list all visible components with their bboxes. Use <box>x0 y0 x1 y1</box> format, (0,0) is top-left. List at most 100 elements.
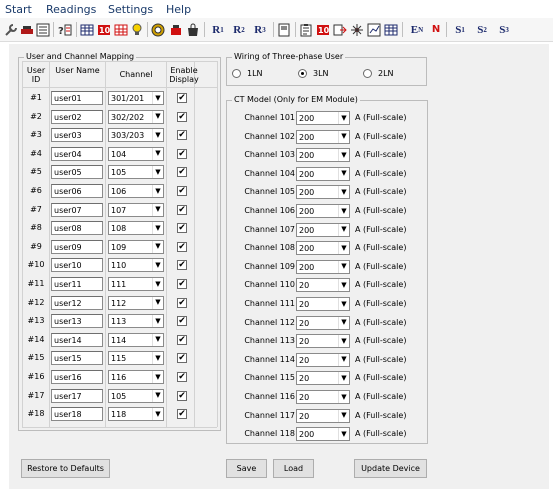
ct-value-select[interactable]: 20 ▼ <box>296 408 350 423</box>
user-name-input[interactable]: user10 <box>51 258 103 273</box>
chevron-down-icon[interactable]: ▼ <box>338 298 349 310</box>
table-icon[interactable] <box>80 21 94 38</box>
chevron-down-icon[interactable]: ▼ <box>152 278 163 290</box>
user-name-input[interactable]: user15 <box>51 351 103 366</box>
network-icon[interactable] <box>350 21 364 38</box>
chevron-down-icon[interactable]: ▼ <box>338 167 349 180</box>
ct-value-select[interactable]: 200 ▼ <box>296 129 350 144</box>
chevron-down-icon[interactable]: ▼ <box>152 389 163 402</box>
ct-value-select[interactable]: 20 ▼ <box>296 334 350 349</box>
user-name-input[interactable]: user12 <box>51 295 103 310</box>
chevron-down-icon[interactable]: ▼ <box>152 408 163 421</box>
cable-icon[interactable] <box>20 21 34 38</box>
chevron-down-icon[interactable]: ▼ <box>338 409 349 422</box>
enable-display-checkbox[interactable]: ✔ <box>177 260 187 271</box>
ten-doc-icon[interactable]: 10 <box>316 21 330 38</box>
chevron-down-icon[interactable]: ▼ <box>338 223 349 236</box>
ct-value-select[interactable]: 200 ▼ <box>296 427 350 442</box>
chevron-down-icon[interactable]: ▼ <box>338 428 349 441</box>
ten-icon[interactable]: 10 <box>97 21 111 38</box>
ct-value-select[interactable]: 200 ▼ <box>296 166 350 181</box>
bulb-icon[interactable] <box>131 21 143 38</box>
channel-select[interactable]: 111 ▼ <box>108 277 164 291</box>
menu-start[interactable]: Start <box>5 3 32 16</box>
menu-readings[interactable]: Readings <box>46 3 96 16</box>
pot-icon[interactable] <box>169 21 183 38</box>
channel-select[interactable]: 118 ▼ <box>108 407 164 422</box>
user-name-input[interactable]: user13 <box>51 314 103 329</box>
chevron-down-icon[interactable]: ▼ <box>152 240 163 253</box>
chevron-down-icon[interactable]: ▼ <box>152 166 163 179</box>
enable-display-checkbox[interactable]: ✔ <box>177 186 187 196</box>
ct-value-select[interactable]: 200 ▼ <box>296 222 350 237</box>
enable-display-checkbox[interactable]: ✔ <box>177 223 187 234</box>
n-button[interactable]: N <box>429 21 443 38</box>
r1-button[interactable]: R1 <box>209 21 227 38</box>
chevron-down-icon[interactable]: ▼ <box>152 333 163 346</box>
enable-display-checkbox[interactable]: ✔ <box>177 297 187 308</box>
ct-value-select[interactable]: 200 ▼ <box>296 204 350 218</box>
chevron-down-icon[interactable]: ▼ <box>152 185 163 197</box>
channel-select[interactable]: 112 ▼ <box>108 295 164 310</box>
wrench-icon[interactable] <box>4 21 18 38</box>
bag-icon[interactable] <box>186 21 200 38</box>
ct-value-select[interactable]: 20 ▼ <box>296 371 350 386</box>
enable-display-checkbox[interactable]: ✔ <box>177 334 187 345</box>
enable-display-checkbox[interactable]: ✔ <box>177 241 187 252</box>
channel-select[interactable]: 105 ▼ <box>108 388 164 403</box>
enable-display-checkbox[interactable]: ✔ <box>177 204 187 215</box>
channel-select[interactable]: 110 ▼ <box>108 258 164 273</box>
enable-display-checkbox[interactable]: ✔ <box>177 167 187 178</box>
user-name-input[interactable]: user16 <box>51 370 103 384</box>
enable-display-checkbox[interactable]: ✔ <box>177 130 187 141</box>
user-name-input[interactable]: user17 <box>51 388 103 403</box>
channel-select[interactable]: 116 ▼ <box>108 370 164 384</box>
channel-select[interactable]: 302/202 ▼ <box>108 109 164 124</box>
save-button[interactable]: Save <box>226 459 267 478</box>
ct-value-select[interactable]: 200 ▼ <box>296 111 350 125</box>
ct-value-select[interactable]: 20 ▼ <box>296 390 350 404</box>
ct-value-select[interactable]: 200 ▼ <box>296 241 350 256</box>
user-name-input[interactable]: user06 <box>51 184 103 198</box>
ct-value-select[interactable]: 20 ▼ <box>296 278 350 293</box>
chevron-down-icon[interactable]: ▼ <box>152 296 163 309</box>
restore-defaults-button[interactable]: Restore to Defaults <box>21 459 110 478</box>
r3-button[interactable]: R3 <box>251 21 269 38</box>
channel-select[interactable]: 113 ▼ <box>108 314 164 329</box>
channel-select[interactable]: 106 ▼ <box>108 184 164 198</box>
chevron-down-icon[interactable]: ▼ <box>338 186 349 199</box>
chevron-down-icon[interactable]: ▼ <box>152 371 163 383</box>
update-device-button[interactable]: Update Device <box>354 459 427 478</box>
chevron-down-icon[interactable]: ▼ <box>338 112 349 124</box>
grid-red-icon[interactable] <box>114 21 128 38</box>
chevron-down-icon[interactable]: ▼ <box>152 203 163 216</box>
user-name-input[interactable]: user07 <box>51 202 103 217</box>
user-name-input[interactable]: user14 <box>51 332 103 347</box>
ct-value-select[interactable]: 20 ▼ <box>296 352 350 367</box>
chevron-down-icon[interactable]: ▼ <box>152 315 163 328</box>
channel-select[interactable]: 115 ▼ <box>108 351 164 366</box>
channel-select[interactable]: 109 ▼ <box>108 239 164 254</box>
chevron-down-icon[interactable]: ▼ <box>338 391 349 403</box>
device-icon[interactable] <box>277 21 291 38</box>
channel-select[interactable]: 303/203 ▼ <box>108 128 164 143</box>
enable-display-checkbox[interactable]: ✔ <box>177 93 187 103</box>
chevron-down-icon[interactable]: ▼ <box>338 279 349 292</box>
menu-settings[interactable]: Settings <box>108 3 153 16</box>
list-icon[interactable] <box>36 21 50 38</box>
ct-value-select[interactable]: 200 ▼ <box>296 148 350 163</box>
chevron-down-icon[interactable]: ▼ <box>338 149 349 162</box>
user-name-input[interactable]: user02 <box>51 109 103 124</box>
channel-select[interactable]: 105 ▼ <box>108 165 164 180</box>
s1-button[interactable]: S1 <box>451 21 469 38</box>
user-name-input[interactable]: user05 <box>51 165 103 180</box>
r2-button[interactable]: R2 <box>230 21 248 38</box>
enable-display-checkbox[interactable]: ✔ <box>177 372 187 382</box>
chevron-down-icon[interactable]: ▼ <box>338 242 349 255</box>
load-button[interactable]: Load <box>273 459 314 478</box>
channel-select[interactable]: 108 ▼ <box>108 221 164 236</box>
chevron-down-icon[interactable]: ▼ <box>152 147 163 160</box>
user-name-input[interactable]: user11 <box>51 277 103 291</box>
help-icon[interactable]: ? <box>57 21 73 38</box>
ct-value-select[interactable]: 20 ▼ <box>296 297 350 311</box>
